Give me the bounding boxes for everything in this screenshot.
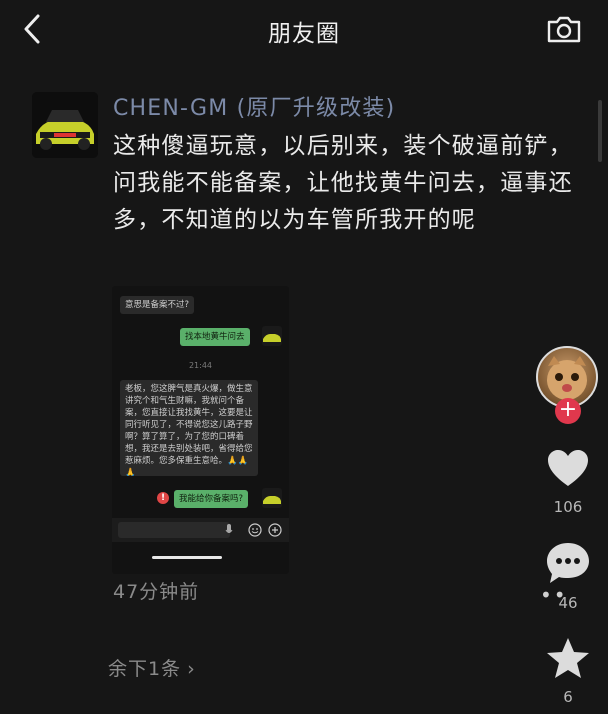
chat-avatar-icon (262, 488, 282, 508)
chat-timestamp: 21:44 (188, 361, 213, 370)
camera-icon[interactable] (546, 14, 582, 44)
chat-input-bar (112, 518, 289, 542)
chat-bubble-incoming: 老板，您这脾气是真火爆，做生意讲究个和气生财嘛，我就问个备案，您直接让我找黄牛，… (120, 380, 258, 476)
username[interactable]: CHEN-GM (原厂升级改装) (113, 90, 395, 122)
top-bar: 朋友圈 (0, 0, 608, 58)
chat-screenshot-image[interactable]: 意思是备案不过? 找本地黄牛问去 21:44 老板，您这脾气是真火爆，做生意讲究… (112, 286, 289, 574)
follow-button[interactable]: + (555, 398, 581, 424)
scrollbar[interactable] (598, 100, 602, 162)
more-comments-label: 余下1条 (108, 658, 182, 680)
plus-circle-icon (268, 523, 282, 537)
home-indicator (152, 556, 222, 559)
chat-bubble-outgoing: 我能给你备案吗? (174, 490, 249, 508)
chat-bubble-incoming: 意思是备案不过? (120, 296, 195, 314)
comment-icon[interactable] (544, 540, 592, 586)
post-text: 这种傻逼玩意，以后别来，装个破逼前铲，问我能不能备案，让他找黄牛问去，逼事还多，… (113, 133, 573, 233)
star-icon[interactable] (545, 636, 591, 680)
chevron-right-icon: › (187, 658, 196, 680)
chat-input-field (118, 522, 230, 538)
post-time: 47分钟前 (113, 581, 200, 603)
mic-icon (225, 524, 233, 533)
likes-count: 106 (553, 498, 583, 516)
favorites-count: 6 (563, 688, 573, 706)
comments-count: 46 (558, 594, 578, 612)
chat-bubble-outgoing: 找本地黄牛问去 (180, 328, 250, 346)
emoji-icon (248, 523, 262, 537)
page-title: 朋友圈 (268, 21, 340, 47)
car-avatar-image (32, 92, 98, 158)
more-comments-link[interactable]: 余下1条 › (108, 654, 196, 681)
warning-icon: ! (157, 492, 169, 504)
heart-icon[interactable] (546, 448, 590, 488)
chat-avatar-icon (262, 326, 282, 346)
avatar[interactable] (32, 92, 98, 158)
